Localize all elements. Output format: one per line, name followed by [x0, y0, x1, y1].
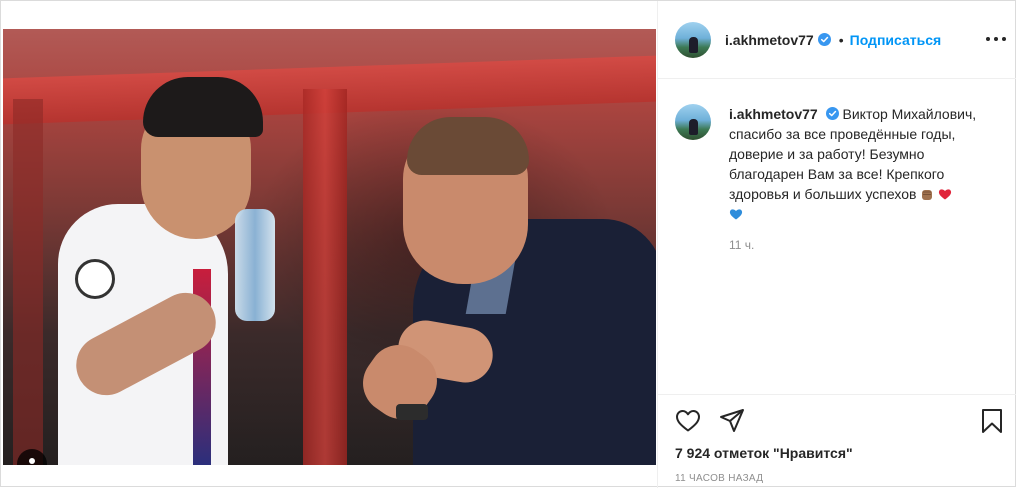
avatar[interactable]: [675, 21, 711, 58]
separator-dot: •: [838, 31, 844, 48]
caption: i.akhmetov77 Виктор Михайлович, спасибо …: [675, 104, 1001, 224]
caption-avatar[interactable]: [675, 104, 711, 140]
follow-button[interactable]: Подписаться: [850, 32, 942, 48]
caption-timestamp[interactable]: 11 ч.: [729, 238, 1001, 252]
paper-plane-icon[interactable]: [718, 407, 746, 435]
verified-badge-icon: [817, 33, 831, 46]
more-options-icon[interactable]: [986, 29, 1006, 49]
likes-count[interactable]: 7 924 отметок "Нравится": [675, 445, 853, 461]
post-sidebar: i.akhmetov77 • Подписаться i.akhmetov77: [657, 1, 1016, 488]
bookmark-icon[interactable]: [978, 407, 1006, 435]
post-photo[interactable]: [3, 29, 656, 465]
verified-badge-icon: [825, 107, 839, 120]
heart-icon[interactable]: [674, 407, 702, 435]
fist-emoji: [922, 190, 933, 200]
instagram-post: i.akhmetov77 • Подписаться i.akhmetov77: [0, 0, 1016, 488]
water-bottle: [235, 209, 275, 321]
author-username[interactable]: i.akhmetov77: [725, 32, 814, 48]
post-actions: 7 924 отметок "Нравится" 11 часов назад: [658, 394, 1016, 488]
red-heart-emoji: [939, 189, 952, 200]
post-header: i.akhmetov77 • Подписаться: [658, 1, 1016, 79]
caption-username[interactable]: i.akhmetov77: [729, 106, 818, 122]
league-badge: [75, 259, 115, 299]
blue-heart-emoji: [729, 209, 743, 220]
comments-section: i.akhmetov77 Виктор Михайлович, спасибо …: [658, 80, 1016, 394]
post-timestamp[interactable]: 11 часов назад: [675, 473, 763, 484]
user-tag-icon: [29, 458, 35, 464]
